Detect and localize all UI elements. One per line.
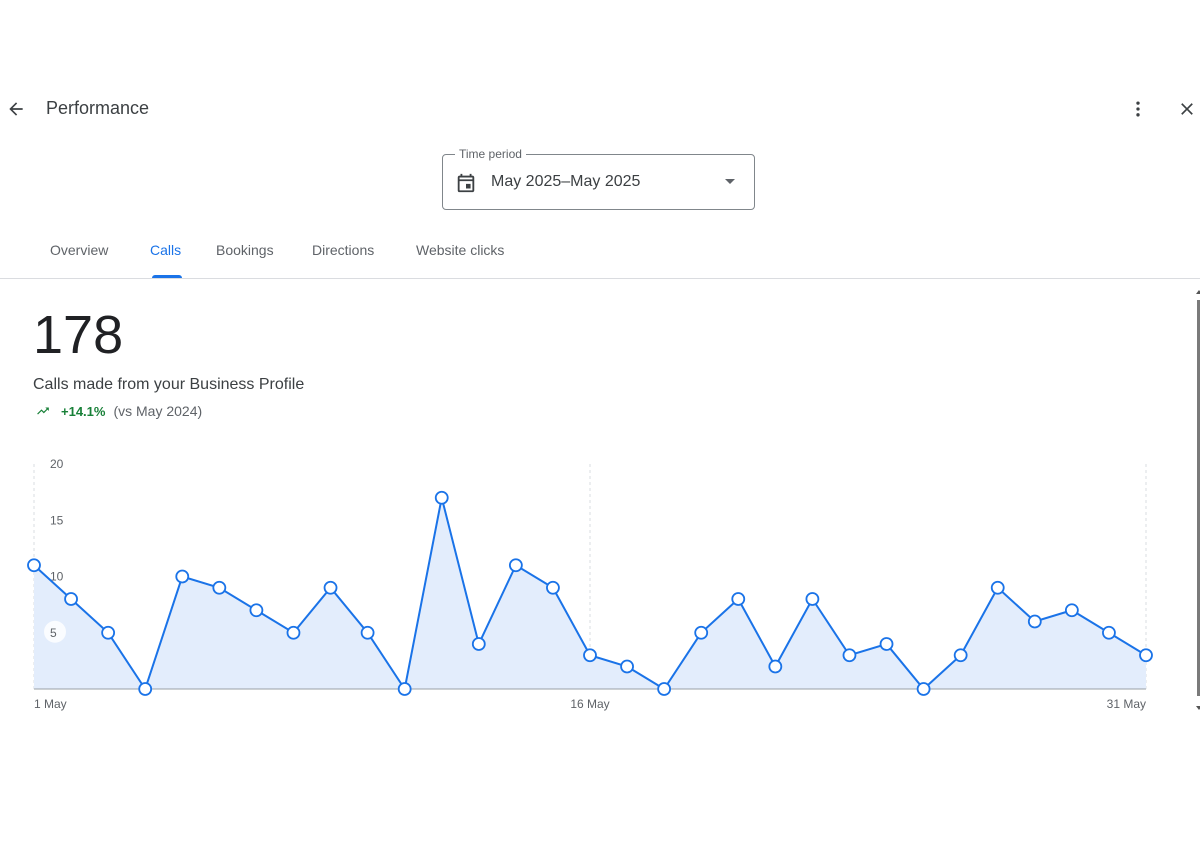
tab-bookings[interactable]: Bookings [216, 242, 274, 258]
data-point [64, 592, 78, 606]
chevron-down-icon [725, 179, 735, 184]
close-button[interactable] [1173, 95, 1200, 123]
y-tick-label: 15 [50, 513, 64, 527]
data-point [657, 682, 672, 696]
data-point [1064, 603, 1079, 618]
data-point [508, 558, 523, 573]
trend-change: +14.1% [61, 403, 106, 419]
calendar-icon [455, 172, 477, 199]
close-icon [1181, 103, 1193, 115]
data-point [249, 603, 264, 618]
data-point [953, 648, 968, 663]
data-point [138, 682, 153, 696]
data-point [694, 625, 709, 640]
tab-website-clicks[interactable]: Website clicks [416, 242, 504, 258]
page-title: Performance [46, 98, 150, 118]
calls-chart: 51015201 May 16 May 31 May [27, 457, 1153, 711]
data-point [175, 569, 190, 584]
trend-row: +14.1% (vs May 2024) [33, 402, 202, 420]
trend-comparison: (vs May 2024) [113, 403, 203, 419]
data-point [842, 648, 857, 663]
time-period-value: May 2025–May 2025 [491, 173, 641, 190]
active-tab-indicator [152, 275, 182, 278]
scroll-down-icon[interactable] [1196, 706, 1200, 710]
app-header: Performance [0, 85, 1200, 133]
scrollbar[interactable] [1196, 290, 1200, 710]
data-point [768, 659, 783, 674]
tab-directions[interactable]: Directions [312, 242, 374, 258]
data-point [1027, 614, 1042, 629]
x-tick-label: 1 May [34, 697, 67, 711]
data-point [805, 592, 820, 606]
tab-calls[interactable]: Calls [150, 242, 181, 258]
data-point [546, 580, 560, 595]
x-tick-label: 31 May [1107, 697, 1146, 711]
arrow-back-icon [9, 102, 23, 116]
time-period-label: Time period [455, 147, 526, 161]
data-point [990, 580, 1005, 595]
data-point [731, 592, 746, 606]
back-button[interactable] [2, 95, 30, 123]
metric-description: Calls made from your Business Profile [33, 376, 305, 393]
data-point [879, 637, 894, 651]
data-point [286, 625, 301, 640]
scroll-up-icon[interactable] [1196, 290, 1200, 294]
data-point [27, 558, 41, 573]
time-period-select[interactable]: Time period May 2025–May 2025 [442, 147, 755, 210]
data-point [620, 659, 634, 674]
data-point [101, 625, 116, 640]
tab-bar: Overview Calls Bookings Directions Websi… [0, 230, 1200, 279]
trending-up-icon [37, 407, 49, 415]
data-point [1102, 625, 1116, 640]
data-point [1139, 648, 1153, 663]
y-tick-label: 20 [50, 457, 64, 471]
more-options-button[interactable] [1125, 95, 1151, 123]
calls-total: 178 [33, 305, 124, 365]
data-point [583, 648, 597, 663]
more-vert-icon [1136, 101, 1140, 117]
x-tick-label: 16 May [570, 697, 609, 711]
data-point [397, 682, 412, 696]
y-tick-label: 5 [50, 626, 57, 640]
data-point [323, 580, 338, 595]
tab-overview[interactable]: Overview [50, 242, 108, 258]
data-point [471, 637, 486, 651]
data-point [212, 580, 227, 595]
data-point [360, 625, 375, 640]
data-point [434, 490, 449, 505]
data-point [916, 682, 931, 696]
